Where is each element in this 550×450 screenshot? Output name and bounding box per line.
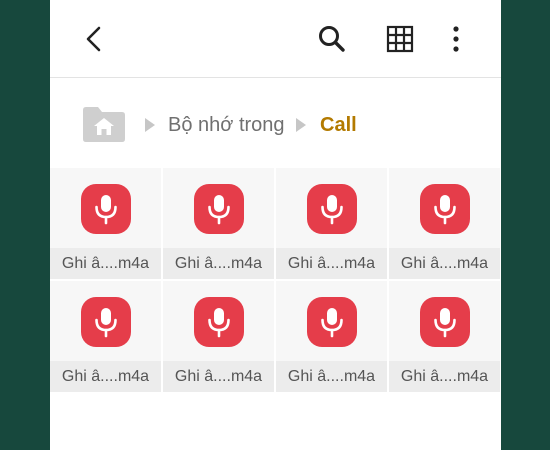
file-name-strip: Ghi â....m4a bbox=[50, 248, 161, 279]
file-name: Ghi â....m4a bbox=[400, 368, 489, 385]
breadcrumb-current-folder: Call bbox=[320, 114, 357, 136]
top-toolbar bbox=[50, 0, 501, 78]
microphone-icon bbox=[434, 195, 456, 225]
file-name-strip: Ghi â....m4a bbox=[50, 361, 161, 392]
file-thumbnail bbox=[389, 168, 500, 248]
breadcrumb: Bộ nhớ trong Call bbox=[50, 78, 501, 166]
file-tile[interactable]: Ghi â....m4a bbox=[276, 168, 387, 279]
audio-file-badge bbox=[307, 184, 357, 234]
grid-view-button[interactable] bbox=[378, 17, 422, 61]
audio-file-badge bbox=[194, 184, 244, 234]
file-name: Ghi â....m4a bbox=[174, 255, 263, 272]
audio-file-badge bbox=[81, 184, 131, 234]
home-folder-button[interactable] bbox=[81, 105, 127, 143]
back-button[interactable] bbox=[72, 17, 116, 61]
file-name-strip: Ghi â....m4a bbox=[389, 361, 500, 392]
file-tile[interactable]: Ghi â....m4a bbox=[276, 281, 387, 392]
search-icon bbox=[319, 26, 345, 52]
microphone-icon bbox=[321, 308, 343, 338]
audio-file-badge bbox=[194, 297, 244, 347]
file-name-strip: Ghi â....m4a bbox=[163, 361, 274, 392]
home-folder-icon bbox=[83, 107, 125, 142]
audio-file-badge bbox=[81, 297, 131, 347]
file-name: Ghi â....m4a bbox=[174, 368, 263, 385]
file-thumbnail bbox=[276, 168, 387, 248]
file-tile[interactable]: Ghi â....m4a bbox=[389, 168, 500, 279]
file-name-strip: Ghi â....m4a bbox=[163, 248, 274, 279]
breadcrumb-separator-icon bbox=[145, 118, 155, 132]
file-name: Ghi â....m4a bbox=[61, 368, 150, 385]
file-name: Ghi â....m4a bbox=[287, 255, 376, 272]
file-name: Ghi â....m4a bbox=[61, 255, 150, 272]
file-tile[interactable]: Ghi â....m4a bbox=[163, 168, 274, 279]
microphone-icon bbox=[208, 195, 230, 225]
file-tile[interactable]: Ghi â....m4a bbox=[50, 168, 161, 279]
microphone-icon bbox=[95, 308, 117, 338]
search-button[interactable] bbox=[310, 17, 354, 61]
microphone-icon bbox=[321, 195, 343, 225]
file-thumbnail bbox=[50, 168, 161, 248]
file-thumbnail bbox=[50, 281, 161, 361]
file-tile[interactable]: Ghi â....m4a bbox=[50, 281, 161, 392]
more-options-button[interactable] bbox=[434, 17, 478, 61]
more-vertical-icon bbox=[453, 26, 459, 52]
grid-view-icon bbox=[386, 25, 414, 53]
audio-file-badge bbox=[420, 297, 470, 347]
file-name-strip: Ghi â....m4a bbox=[276, 361, 387, 392]
file-thumbnail bbox=[389, 281, 500, 361]
audio-file-badge bbox=[307, 297, 357, 347]
file-name: Ghi â....m4a bbox=[287, 368, 376, 385]
microphone-icon bbox=[208, 308, 230, 338]
file-thumbnail bbox=[276, 281, 387, 361]
file-tile[interactable]: Ghi â....m4a bbox=[389, 281, 500, 392]
file-thumbnail bbox=[163, 168, 274, 248]
file-name: Ghi â....m4a bbox=[400, 255, 489, 272]
file-name-strip: Ghi â....m4a bbox=[389, 248, 500, 279]
back-arrow-icon bbox=[86, 26, 101, 52]
microphone-icon bbox=[434, 308, 456, 338]
breadcrumb-separator-icon bbox=[296, 118, 306, 132]
breadcrumb-internal-storage[interactable]: Bộ nhớ trong bbox=[168, 113, 285, 137]
file-name-strip: Ghi â....m4a bbox=[276, 248, 387, 279]
file-manager-screen: Bộ nhớ trong Call Ghi â....m4a Ghi â....m… bbox=[50, 0, 501, 450]
file-thumbnail bbox=[163, 281, 274, 361]
microphone-icon bbox=[95, 195, 117, 225]
audio-file-badge bbox=[420, 184, 470, 234]
file-tile[interactable]: Ghi â....m4a bbox=[163, 281, 274, 392]
